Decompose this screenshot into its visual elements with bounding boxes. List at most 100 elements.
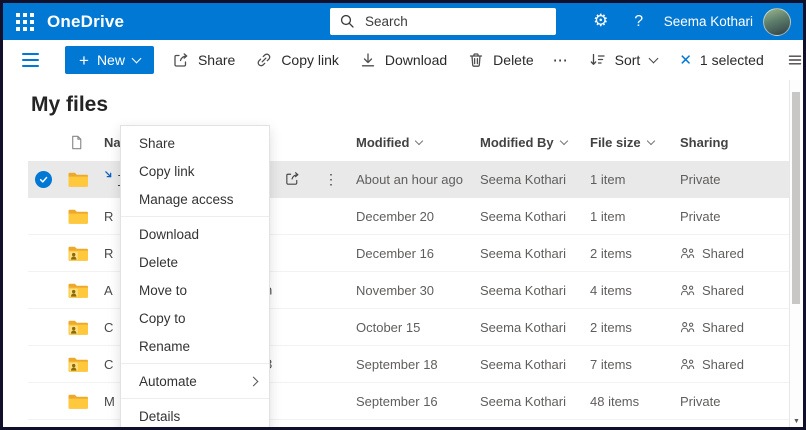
context-menu-item-share[interactable]: Share — [121, 129, 269, 157]
file-size-cell: 2 items — [590, 246, 680, 261]
download-icon — [359, 51, 377, 69]
menu-item-label: Automate — [139, 374, 197, 389]
more-commands-button[interactable]: ⋯ — [544, 51, 579, 69]
menu-item-label: Share — [139, 136, 175, 151]
copy-link-button[interactable]: Copy link — [245, 44, 349, 76]
copy-link-button-label: Copy link — [281, 52, 339, 68]
top-bar: OneDrive ⚙ ? Seema Kothari — [3, 3, 803, 40]
sharing-cell: Shared — [680, 283, 775, 298]
modified-by-cell: Seema Kothari — [480, 357, 590, 372]
file-name[interactable]: R — [104, 209, 113, 224]
modified-cell: October 15 — [356, 320, 480, 335]
dismiss-icon: ✕ — [679, 53, 692, 68]
file-size-cell: 2 items — [590, 320, 680, 335]
chevron-down-icon — [132, 53, 142, 63]
sort-button-label: Sort — [615, 52, 641, 68]
file-name[interactable]: R — [104, 246, 113, 261]
settings-button[interactable]: ⚙ — [582, 3, 620, 40]
menu-divider — [121, 398, 269, 399]
search-input[interactable] — [363, 13, 537, 30]
modified-cell: September 18 — [356, 357, 480, 372]
scrollbar-thumb[interactable] — [792, 92, 800, 304]
context-menu-item-details[interactable]: Details — [121, 402, 269, 430]
sort-button[interactable]: Sort — [579, 44, 668, 76]
link-icon — [255, 51, 273, 69]
context-menu-item-move-to[interactable]: Move to — [121, 276, 269, 304]
menu-item-label: Details — [139, 409, 180, 424]
checkmark-icon — [39, 175, 48, 184]
help-icon: ? — [634, 13, 643, 31]
menu-item-label: Copy link — [139, 164, 195, 179]
app-launcher-button[interactable] — [3, 3, 47, 40]
user-name: Seema Kothari — [664, 14, 753, 29]
command-bar-right: Sort ✕ 1 selected — [579, 44, 806, 76]
shared-folder-icon — [68, 245, 89, 261]
menu-item-label: Manage access — [139, 192, 234, 207]
context-menu: Share Copy link Manage access Download Delet… — [120, 125, 270, 430]
people-icon — [680, 358, 696, 370]
new-button[interactable]: + New — [65, 46, 154, 74]
file-size-cell: 48 items — [590, 394, 680, 409]
menu-item-label: Copy to — [139, 311, 186, 326]
people-icon — [680, 284, 696, 296]
search-box[interactable] — [330, 8, 556, 35]
sharing-cell: Shared — [680, 357, 775, 372]
hamburger-icon — [22, 53, 39, 55]
shortcut-arrow-icon — [104, 170, 114, 180]
plus-icon: + — [79, 52, 89, 69]
menu-item-label: Delete — [139, 255, 178, 270]
avatar[interactable] — [763, 8, 791, 36]
view-options-button[interactable] — [776, 44, 806, 76]
column-header-sharing[interactable]: Sharing — [680, 135, 728, 150]
context-menu-item-automate[interactable]: Automate — [121, 367, 269, 395]
modified-by-cell: Seema Kothari — [480, 283, 590, 298]
file-size-cell: 4 items — [590, 283, 680, 298]
modified-cell: November 30 — [356, 283, 480, 298]
menu-divider — [121, 216, 269, 217]
vertical-scrollbar[interactable]: ▼ — [789, 80, 803, 427]
context-menu-item-manage-access[interactable]: Manage access — [121, 185, 269, 213]
share-button[interactable]: Share — [162, 44, 245, 76]
column-header-modified[interactable]: Modified — [356, 135, 422, 150]
file-name[interactable]: A — [104, 283, 113, 298]
chevron-down-icon — [646, 136, 654, 144]
gear-icon: ⚙ — [593, 13, 608, 30]
modified-by-cell: Seema Kothari — [480, 320, 590, 335]
row-share-button[interactable] — [284, 170, 301, 189]
delete-button-label: Delete — [493, 52, 533, 68]
clear-selection-button[interactable]: ✕ 1 selected — [669, 44, 773, 76]
row-more-actions-button[interactable]: ⋮ — [324, 172, 338, 186]
file-name[interactable]: C — [104, 320, 113, 335]
context-menu-item-copy-to[interactable]: Copy to — [121, 304, 269, 332]
top-bar-right: ⚙ ? Seema Kothari — [582, 3, 803, 40]
scroll-down-arrow-icon[interactable]: ▼ — [790, 418, 803, 425]
file-name[interactable]: M — [104, 394, 115, 409]
modified-cell: December 20 — [356, 209, 480, 224]
folder-icon — [68, 393, 89, 409]
people-icon — [680, 321, 696, 333]
file-name[interactable]: C — [104, 357, 113, 372]
shared-folder-icon — [68, 282, 89, 298]
page-title: My files — [31, 93, 803, 117]
context-menu-item-copy-link[interactable]: Copy link — [121, 157, 269, 185]
sharing-cell: Shared — [680, 246, 775, 261]
file-size-cell: 1 item — [590, 172, 680, 187]
help-button[interactable]: ? — [620, 3, 658, 40]
selection-count: 1 selected — [700, 52, 764, 68]
modified-cell: September 16 — [356, 394, 480, 409]
modified-by-cell: Seema Kothari — [480, 172, 590, 187]
modified-by-cell: Seema Kothari — [480, 246, 590, 261]
menu-item-label: Rename — [139, 339, 190, 354]
context-menu-item-download[interactable]: Download — [121, 220, 269, 248]
download-button[interactable]: Download — [349, 44, 457, 76]
row-selected-checkbox[interactable] — [35, 171, 52, 188]
sharing-cell: Private — [680, 209, 775, 224]
nav-menu-button[interactable] — [16, 49, 45, 71]
chevron-down-icon — [649, 53, 659, 63]
context-menu-item-delete[interactable]: Delete — [121, 248, 269, 276]
column-header-file-size[interactable]: File size — [590, 135, 654, 150]
context-menu-item-rename[interactable]: Rename — [121, 332, 269, 360]
delete-button[interactable]: Delete — [457, 44, 543, 76]
column-header-modified-by[interactable]: Modified By — [480, 135, 567, 150]
menu-divider — [121, 363, 269, 364]
